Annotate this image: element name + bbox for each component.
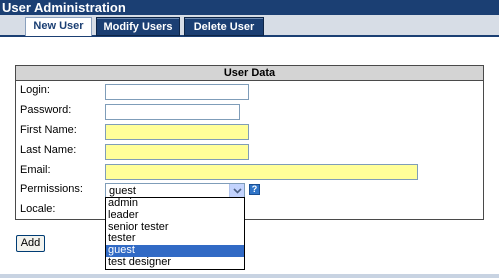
email-field[interactable] <box>105 164 418 180</box>
option-senior-tester[interactable]: senior tester <box>106 222 244 234</box>
user-data-box: User Data Login: Password: First Name: L… <box>15 65 484 220</box>
login-label: Login: <box>20 84 50 96</box>
first-name-field[interactable] <box>105 124 249 140</box>
first-name-label: First Name: <box>20 124 77 136</box>
user-data-header: User Data <box>16 66 483 81</box>
option-leader[interactable]: leader <box>106 210 244 222</box>
tab-modify-users[interactable]: Modify Users <box>96 17 180 36</box>
password-label: Password: <box>20 104 72 116</box>
option-test-designer[interactable]: test designer <box>106 257 244 269</box>
option-guest[interactable]: guest <box>106 245 244 257</box>
permissions-selected-value: guest <box>109 185 136 197</box>
password-field[interactable] <box>105 104 240 120</box>
dropdown-arrow[interactable] <box>229 184 244 198</box>
chevron-down-icon <box>233 188 242 194</box>
add-button[interactable]: Add <box>16 235 45 252</box>
login-field[interactable] <box>105 84 249 100</box>
panel-bottom-border <box>0 274 499 278</box>
help-icon[interactable]: ? <box>249 184 260 195</box>
app-window: User Administration New User Modify User… <box>0 0 499 278</box>
last-name-field[interactable] <box>105 144 249 160</box>
option-admin[interactable]: admin <box>106 198 244 210</box>
window-title: User Administration <box>0 0 499 15</box>
tab-delete-user[interactable]: Delete User <box>184 17 264 36</box>
permissions-label: Permissions: <box>20 183 83 195</box>
last-name-label: Last Name: <box>20 144 77 156</box>
tab-new-user[interactable]: New User <box>25 17 92 36</box>
option-tester[interactable]: tester <box>106 233 244 245</box>
email-label: Email: <box>20 164 51 176</box>
tab-strip: New User Modify Users Delete User <box>0 15 499 37</box>
locale-label: Locale: <box>20 203 56 215</box>
content-panel: User Data Login: Password: First Name: L… <box>0 37 499 278</box>
permissions-dropdown-list[interactable]: admin leader senior tester tester guest … <box>105 197 245 270</box>
tab-new-user-label: New User <box>33 20 84 32</box>
tab-delete-user-label: Delete User <box>185 18 263 35</box>
tab-modify-users-label: Modify Users <box>97 18 179 35</box>
